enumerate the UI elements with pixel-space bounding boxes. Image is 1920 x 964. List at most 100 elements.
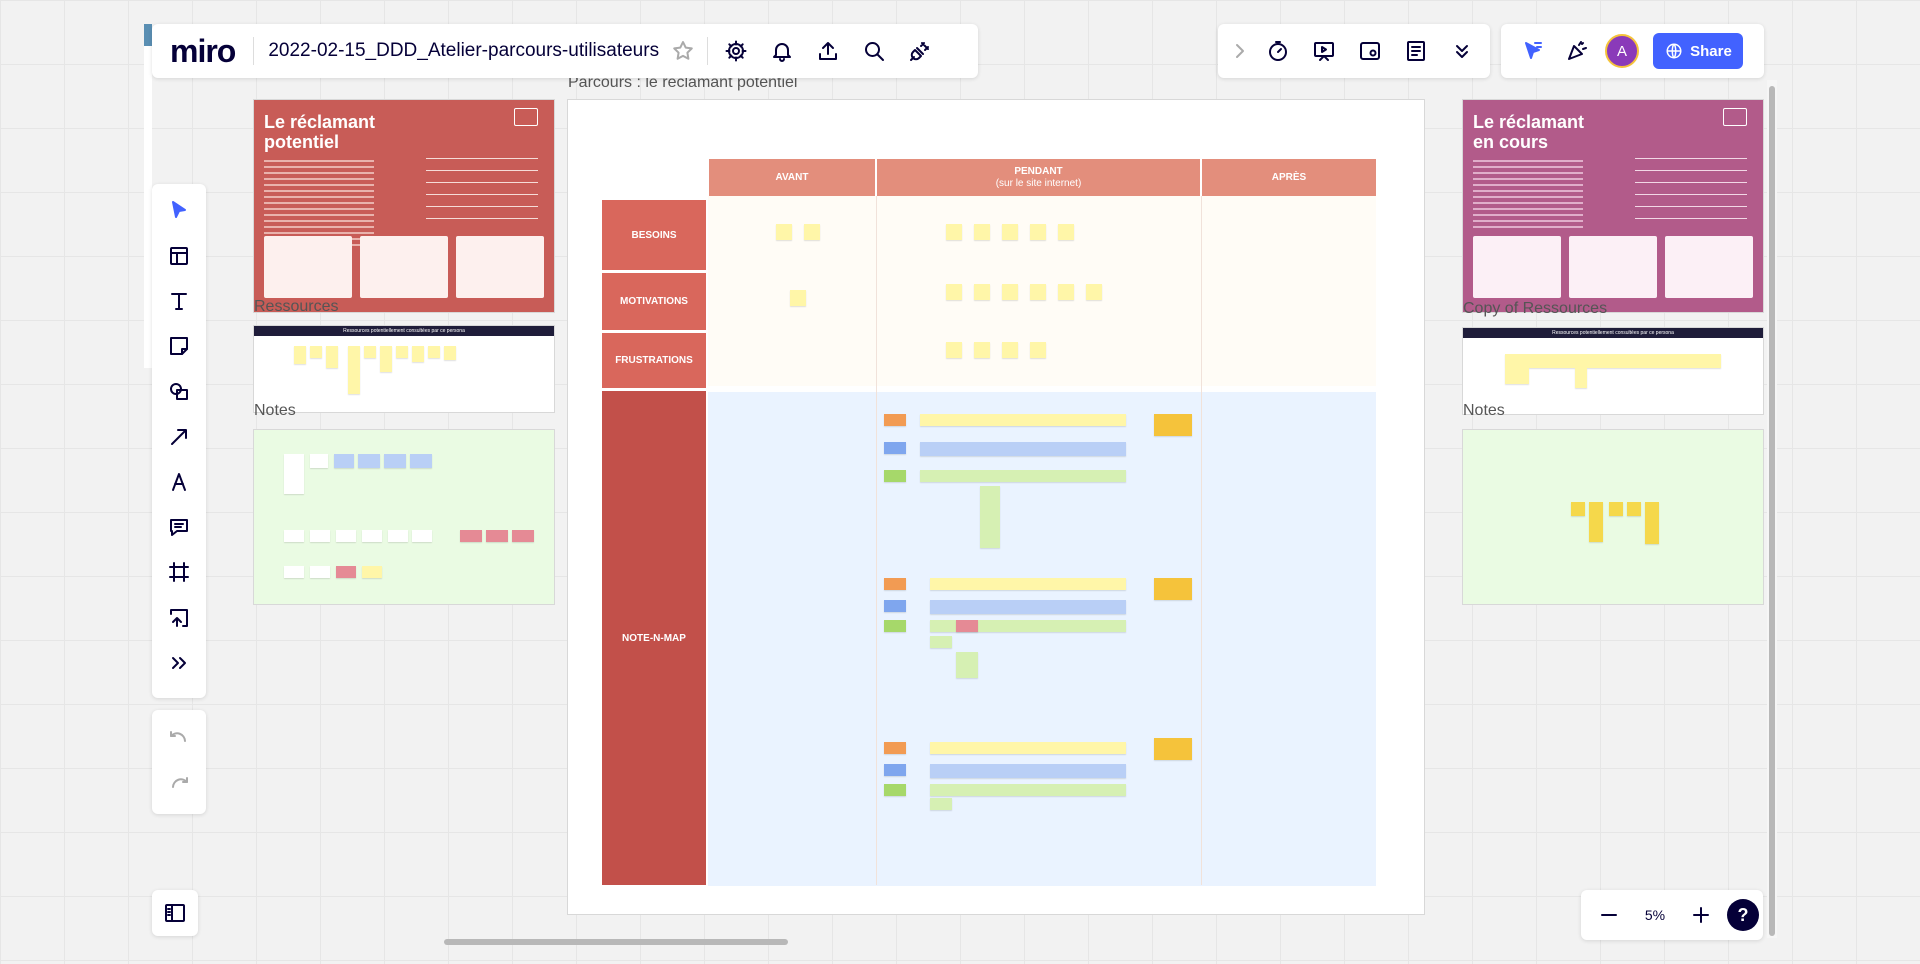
undo-redo-panel [152,710,206,814]
templates-icon[interactable] [161,238,197,274]
col-header-pendant-title: PENDANT [1014,165,1063,177]
share-button[interactable]: Share [1653,33,1743,69]
sticky-note [920,470,1126,482]
share-label: Share [1690,42,1732,60]
sticky-note-icon[interactable] [161,328,197,364]
persona-sliders [1635,158,1747,228]
note-sticky [358,454,380,468]
toolbar-divider [707,37,709,65]
resources-frame[interactable]: Ressources potentiellement consultées pa… [254,326,554,412]
notes-frame-right[interactable] [1463,430,1763,604]
sticky-note [974,284,990,300]
note-sticky [384,454,406,468]
pen-draw-icon[interactable] [161,464,197,500]
text-tool-icon[interactable] [161,283,197,319]
sticky-note [884,442,906,454]
toolbar-divider [253,37,255,65]
bell-icon[interactable] [764,33,800,69]
persona-box-frustrations [1665,236,1753,298]
note-sticky [362,530,382,542]
note-sticky [1645,502,1659,544]
sticky-note [980,486,1000,548]
plug-integrations-icon[interactable] [902,33,938,69]
user-avatar[interactable]: A [1605,34,1639,68]
note-sticky [1609,502,1623,516]
col-header-pendant: PENDANT (sur le site internet) [877,159,1200,196]
resource-sticky [396,346,408,358]
sticky-note [884,414,906,426]
sidebar-panel-icon [157,895,193,931]
cursor-follow-icon[interactable] [1515,33,1551,69]
redo-icon[interactable] [161,768,197,804]
search-icon[interactable] [856,33,892,69]
frame-icon[interactable] [161,554,197,590]
celebrate-reactions-icon[interactable] [1559,33,1595,69]
undo-icon[interactable] [161,722,197,758]
arrow-connector-icon[interactable] [161,419,197,455]
row-header-besoins: BESOINS [602,200,706,270]
resource-sticky [364,346,376,358]
collaboration-panel: A Share [1501,24,1764,78]
note-sticky [412,530,432,542]
sticky-note [790,290,806,306]
settings-gear-icon[interactable] [718,33,754,69]
video-call-icon[interactable] [1352,33,1388,69]
sticky-note [1086,284,1102,300]
persona-logo [514,108,538,126]
column-divider [1201,196,1202,885]
resource-sticky [348,346,360,394]
creation-toolbar [152,184,206,698]
horizontal-scrollbar[interactable] [444,939,788,945]
sticky-note [884,742,906,754]
sticky-note [1154,414,1192,436]
chevron-right-icon[interactable] [1228,33,1252,69]
sticky-note [1002,342,1018,358]
top-tools-panel [1218,24,1490,78]
more-tools-chevrons-icon[interactable] [161,645,197,681]
board-panel-toggle[interactable] [152,890,198,936]
sticky-note [930,578,1126,590]
persona-box-motivations [1569,236,1657,298]
miro-logo[interactable]: miro [170,24,236,78]
help-button[interactable]: ? [1727,899,1759,931]
persona-card-reclamant-en-cours[interactable]: Le réclamant en cours [1463,100,1763,312]
persona-card-reclamant-potentiel[interactable]: Le réclamant potentiel [254,100,554,312]
copy-resources-frame[interactable]: Ressources potentiellement consultées pa… [1463,328,1763,414]
note-sticky [1571,502,1585,516]
note-sticky [336,530,356,542]
presentation-icon[interactable] [1306,33,1342,69]
upload-export-icon[interactable] [810,33,846,69]
sticky-note [930,798,952,810]
board-canvas[interactable]: Le réclamant potentiel Ressources Ressou… [0,0,1920,964]
resource-sticky [310,346,322,358]
user-avatar-initial: A [1616,42,1627,60]
notes-frame[interactable] [254,430,554,604]
sticky-note [884,764,906,776]
resource-sticky [428,346,440,358]
timer-icon[interactable] [1260,33,1296,69]
sticky-note [884,620,906,632]
zoom-in-plus-icon[interactable] [1683,897,1719,933]
notes-document-icon[interactable] [1398,33,1434,69]
sticky-note [920,414,1126,426]
sticky-note [1058,284,1074,300]
resources-label: Ressources [254,298,339,315]
board-title[interactable]: 2022-02-15_DDD_Atelier-parcours-utilisat… [268,40,659,62]
persona-title: Le réclamant potentiel [264,112,376,152]
comment-icon[interactable] [161,509,197,545]
note-sticky [362,566,382,578]
zoom-out-minus-icon[interactable] [1591,897,1627,933]
note-sticky [388,530,408,542]
vertical-scrollbar[interactable] [1769,86,1775,936]
chevron-double-down-icon[interactable] [1444,33,1480,69]
shapes-icon[interactable] [161,373,197,409]
select-cursor-icon[interactable] [161,192,197,228]
note-sticky [284,454,304,494]
star-icon[interactable] [665,33,701,69]
persona-box-besoins [1473,236,1561,298]
resource-sticky [380,346,392,372]
note-sticky [1589,502,1603,542]
note-sticky [310,566,330,578]
upload-icon[interactable] [161,600,197,636]
zoom-level[interactable]: 5% [1627,907,1683,923]
